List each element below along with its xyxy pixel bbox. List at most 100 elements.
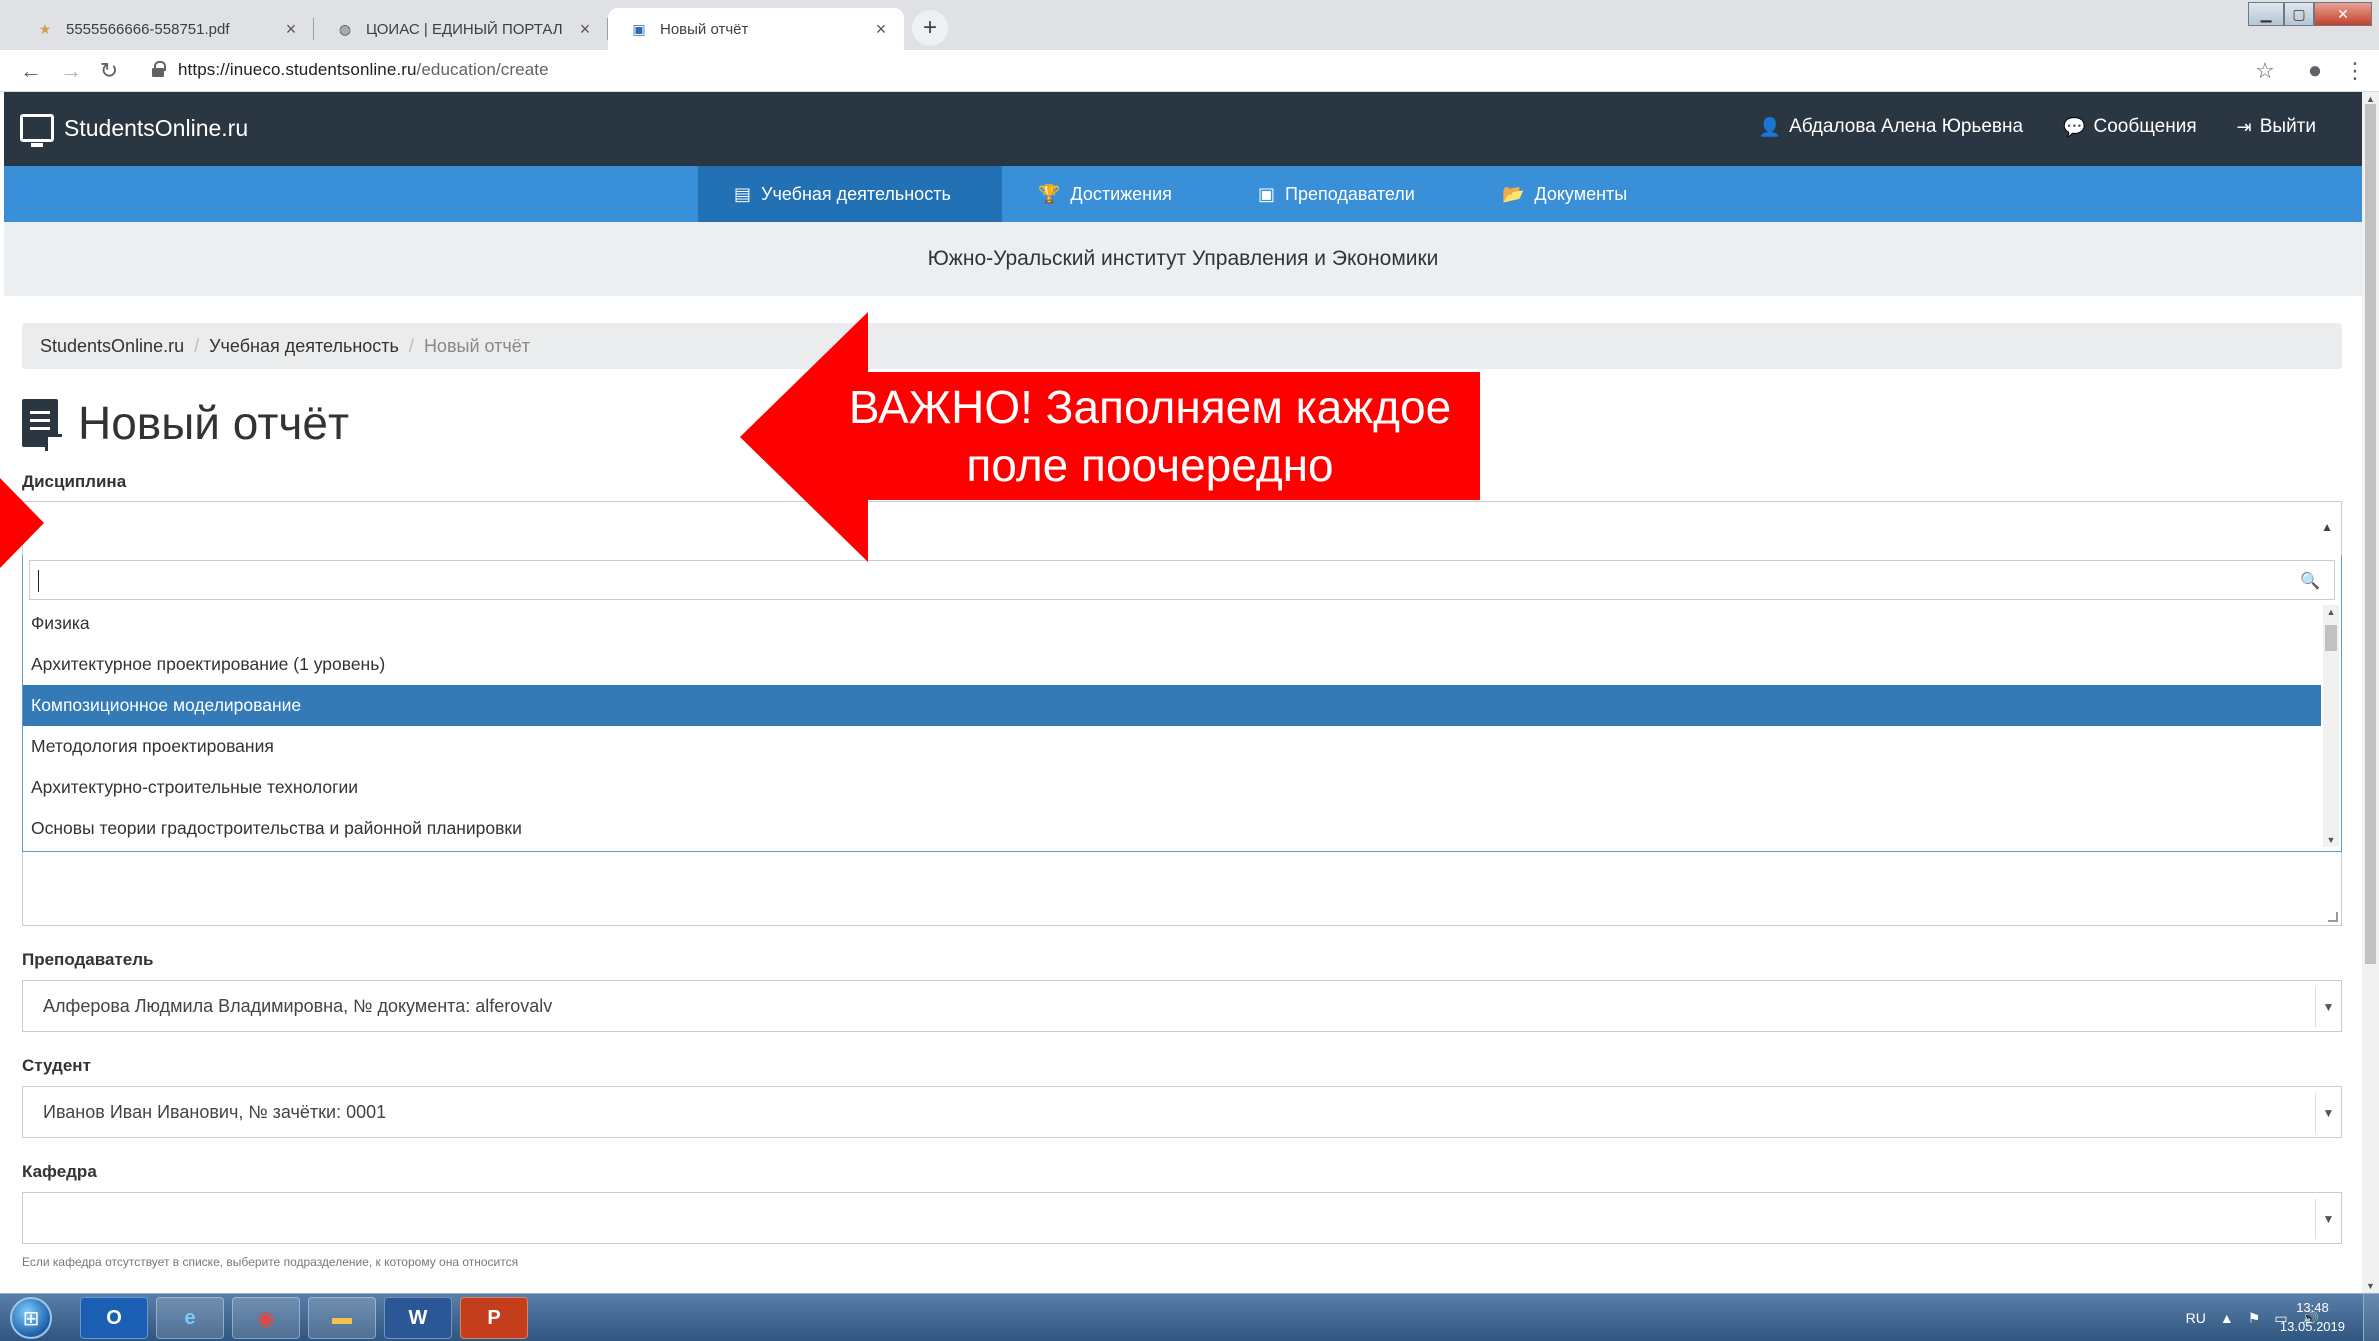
nav-item-label: Достижения bbox=[1070, 183, 1172, 204]
globe-icon: ◍ bbox=[338, 20, 352, 37]
scroll-down-icon[interactable]: ▼ bbox=[2323, 835, 2339, 845]
new-tab-button[interactable]: + bbox=[912, 10, 948, 46]
show-desktop-button[interactable] bbox=[2363, 1294, 2379, 1341]
breadcrumb-education[interactable]: Учебная деятельность bbox=[209, 336, 399, 357]
resize-grip-icon[interactable] bbox=[2328, 912, 2338, 922]
minimize-button[interactable]: ▁ bbox=[2248, 2, 2284, 26]
close-tab-icon[interactable]: × bbox=[872, 19, 890, 40]
institution-name: Южно-Уральский институт Управления и Эко… bbox=[927, 247, 1439, 270]
nav-item-teachers[interactable]: ▣ Преподаватели bbox=[1222, 166, 1451, 222]
nav-item-label: Учебная деятельность bbox=[761, 183, 951, 204]
ie-icon[interactable]: e bbox=[156, 1297, 224, 1339]
chevron-up-icon: ▲ bbox=[2321, 520, 2333, 534]
dropdown-option-highlighted[interactable]: Композиционное моделирование bbox=[23, 685, 2321, 726]
address-bar: ← → ↻ https://inueco.studentsonline.ru/e… bbox=[0, 50, 2379, 92]
tab-title: Новый отчёт bbox=[660, 20, 749, 38]
annotation-line-2: поле поочередно bbox=[966, 439, 1334, 491]
discipline-dropdown: 🔍 Физика Архитектурное проектирование (1… bbox=[22, 555, 2342, 852]
text-caret bbox=[38, 570, 39, 592]
annotation-text: ВАЖНО! Заполняем каждое поле поочередно bbox=[820, 378, 1480, 494]
student-label: Студент bbox=[22, 1056, 91, 1075]
close-window-button[interactable]: ✕ bbox=[2314, 2, 2372, 26]
user-icon: 👤 bbox=[1758, 116, 1782, 137]
nav-item-label: Документы bbox=[1534, 183, 1628, 204]
language-indicator[interactable]: RU bbox=[2186, 1310, 2206, 1326]
dropdown-option[interactable]: Основы теории градостроительства и район… bbox=[23, 808, 2321, 849]
dropdown-option[interactable]: Архитектурно-строительные технологии bbox=[23, 767, 2321, 808]
breadcrumb-home[interactable]: StudentsOnline.ru bbox=[40, 336, 184, 357]
maximize-button[interactable]: ▢ bbox=[2284, 2, 2314, 26]
annotation-line-1: ВАЖНО! Заполняем каждое bbox=[848, 381, 1452, 433]
profile-icon[interactable]: ● bbox=[2300, 56, 2330, 86]
teacher-select[interactable]: Алферова Людмила Владимировна, № докумен… bbox=[22, 980, 2342, 1032]
comment-textarea[interactable] bbox=[22, 852, 2342, 926]
teacher-label: Преподаватель bbox=[22, 950, 154, 969]
annotation-arrow-edge bbox=[0, 478, 44, 568]
browser-tab-pdf[interactable]: ★ 5555566666-558751.pdf × bbox=[14, 8, 314, 50]
clock-date: 13.05.2019 bbox=[2279, 1319, 2345, 1334]
tray-expand-icon[interactable]: ▲ bbox=[2220, 1310, 2234, 1326]
chat-bubble-icon: 💬 bbox=[2063, 116, 2086, 137]
teacher-icon: ▣ bbox=[1258, 183, 1276, 204]
dropdown-option[interactable]: Архитектурное проектирование (1 уровень) bbox=[23, 644, 2321, 685]
trophy-icon: 🏆 bbox=[1038, 183, 1061, 204]
discipline-search-input[interactable]: 🔍 bbox=[29, 560, 2335, 600]
back-icon[interactable]: ← bbox=[16, 56, 46, 86]
clock[interactable]: 13:48 13.05.2019 bbox=[2280, 1298, 2345, 1336]
start-button[interactable]: ⊞ bbox=[10, 1297, 52, 1339]
chrome-icon[interactable]: ◉ bbox=[232, 1297, 300, 1339]
messages-label: Сообщения bbox=[2093, 116, 2197, 137]
annotation-arrow: ВАЖНО! Заполняем каждое поле поочередно bbox=[740, 312, 1480, 562]
menu-dots-icon[interactable]: ⋮ bbox=[2340, 56, 2370, 86]
discipline-options: Физика Архитектурное проектирование (1 у… bbox=[23, 603, 2321, 849]
browser-tab-new-report[interactable]: ▣ Новый отчёт × bbox=[608, 8, 904, 50]
close-tab-icon[interactable]: × bbox=[576, 19, 594, 40]
url-field[interactable]: https://inueco.studentsonline.ru/educati… bbox=[178, 60, 549, 80]
browser-tab-portal[interactable]: ◍ ЦОИАС | ЕДИНЫЙ ПОРТАЛ инс × bbox=[314, 8, 608, 50]
word-icon[interactable]: W bbox=[384, 1297, 452, 1339]
document-icon: ▤ bbox=[734, 183, 752, 204]
messages-link[interactable]: 💬 Сообщения bbox=[2063, 116, 2197, 138]
dropdown-scrollbar[interactable]: ▲ ▼ bbox=[2323, 605, 2339, 847]
bookmark-star-icon[interactable]: ☆ bbox=[2250, 56, 2280, 86]
folder-icon: 📂 bbox=[1502, 183, 1525, 204]
tab-title: ЦОИАС | ЕДИНЫЙ ПОРТАЛ инс bbox=[366, 20, 566, 38]
logout-link[interactable]: ⇥ Выйти bbox=[2237, 116, 2316, 138]
institution-bar: Южно-Уральский институт Управления и Эко… bbox=[4, 222, 2362, 296]
nav-item-achievements[interactable]: 🏆 Достижения bbox=[1002, 166, 1208, 222]
brand-logo[interactable]: StudentsOnline.ru bbox=[20, 114, 249, 147]
department-label: Кафедра bbox=[22, 1162, 97, 1181]
scroll-up-icon[interactable]: ▲ bbox=[2323, 607, 2339, 617]
outlook-icon[interactable]: O bbox=[80, 1297, 148, 1339]
clock-time: 13:48 bbox=[2296, 1300, 2329, 1315]
page-scrollbar[interactable]: ▲ ▼ bbox=[2362, 92, 2379, 1293]
logout-icon: ⇥ bbox=[2236, 116, 2252, 137]
department-help-text: Если кафедра отсутствует в списке, выбер… bbox=[22, 1255, 519, 1269]
scrollbar-thumb[interactable] bbox=[2365, 104, 2376, 964]
department-select[interactable]: ▼ bbox=[22, 1192, 2342, 1244]
powerpoint-icon[interactable]: P bbox=[460, 1297, 528, 1339]
breadcrumb-separator: / bbox=[194, 335, 200, 356]
dropdown-option[interactable]: Физика bbox=[23, 603, 2321, 644]
scrollbar-thumb[interactable] bbox=[2325, 625, 2337, 651]
page-title-text: Новый отчёт bbox=[78, 397, 350, 449]
logout-label: Выйти bbox=[2259, 116, 2316, 137]
scroll-up-icon[interactable]: ▲ bbox=[2362, 94, 2379, 104]
scroll-down-icon[interactable]: ▼ bbox=[2362, 1281, 2379, 1291]
teacher-value: Алферова Людмила Владимировна, № докумен… bbox=[43, 995, 553, 1016]
nav-item-education[interactable]: ▤ Учебная деятельность bbox=[698, 166, 1002, 222]
flag-icon[interactable]: ⚑ bbox=[2248, 1310, 2261, 1327]
close-tab-icon[interactable]: × bbox=[282, 19, 300, 40]
forward-icon[interactable]: → bbox=[56, 56, 86, 86]
student-select[interactable]: Иванов Иван Иванович, № зачётки: 0001 ▼ bbox=[22, 1086, 2342, 1138]
nav-item-documents[interactable]: 📂 Документы bbox=[1466, 166, 1663, 222]
explorer-icon[interactable]: ▬ bbox=[308, 1297, 376, 1339]
edit-document-icon bbox=[22, 399, 62, 451]
brand-name: StudentsOnline.ru bbox=[64, 114, 249, 141]
site-header: StudentsOnline.ru 👤 Абдалова Алена Юрьев… bbox=[4, 92, 2362, 166]
reload-icon[interactable]: ↻ bbox=[94, 56, 124, 86]
student-value: Иванов Иван Иванович, № зачётки: 0001 bbox=[43, 1101, 387, 1122]
dropdown-option[interactable]: Методология проектирования bbox=[23, 726, 2321, 767]
user-profile-link[interactable]: 👤 Абдалова Алена Юрьевна bbox=[1759, 116, 2023, 138]
user-links: 👤 Абдалова Алена Юрьевна 💬 Сообщения ⇥ В… bbox=[1759, 116, 2316, 138]
